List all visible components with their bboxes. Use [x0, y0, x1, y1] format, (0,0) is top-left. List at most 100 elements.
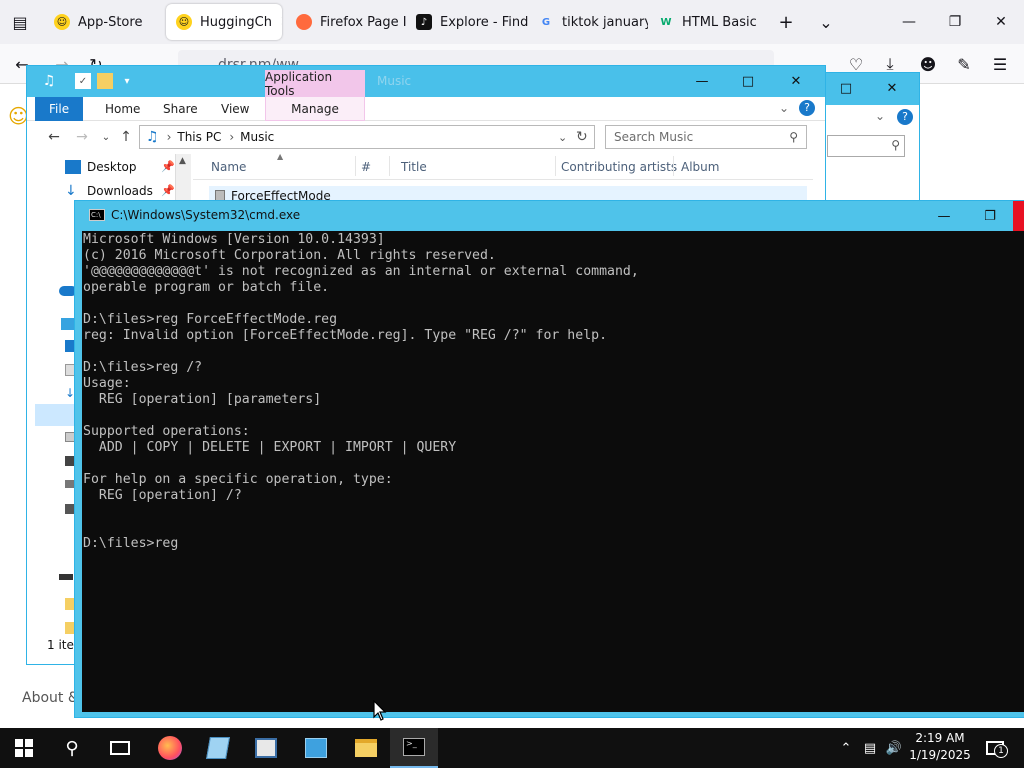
- minimize-icon[interactable]: —: [886, 0, 932, 44]
- customize-quick-access-icon[interactable]: ▾: [119, 73, 135, 89]
- address-dropdown-icon[interactable]: ⌄: [558, 131, 567, 144]
- sidebar-item-desktop[interactable]: Desktop: [35, 156, 137, 178]
- taskbar-app-firefox[interactable]: [146, 728, 194, 768]
- tab-home[interactable]: Home: [91, 97, 154, 121]
- taskbar-app-cmd[interactable]: >_: [390, 728, 438, 768]
- forward-icon[interactable]: →: [73, 128, 91, 146]
- search-icon: ⚲: [789, 130, 798, 144]
- column-number[interactable]: #: [361, 160, 371, 174]
- close-button[interactable]: [1013, 201, 1024, 231]
- browser-tab-firefox-page[interactable]: Firefox Page In: [286, 4, 406, 40]
- console-line: Usage:: [83, 376, 131, 391]
- search-button[interactable]: ⚲: [48, 728, 96, 768]
- search-placeholder: Search Music: [614, 130, 694, 144]
- breadcrumb-music[interactable]: Music: [240, 130, 274, 144]
- browser-tab-explore[interactable]: ♪ Explore - Find: [406, 4, 528, 40]
- help-icon[interactable]: ?: [897, 109, 913, 125]
- browser-tab-html-basic[interactable]: W HTML Basic: [648, 4, 768, 40]
- network-icon[interactable]: ▤: [860, 738, 880, 758]
- cmd-title-bar[interactable]: C:\ C:\Windows\System32\cmd.exe — ❐: [75, 201, 1024, 231]
- tab-share[interactable]: Share: [149, 97, 212, 121]
- cmd-icon: C:\: [89, 209, 105, 221]
- application-tools-tab[interactable]: Application Tools: [265, 70, 365, 98]
- tab-label: HuggingCh: [200, 14, 272, 30]
- mouse-cursor-icon: [373, 700, 387, 721]
- taskbar: ⚲ >_ ⌃ ▤ 🔊 2:19 AM 1/19/2025 1: [0, 728, 1024, 768]
- google-icon: G: [541, 16, 551, 28]
- expand-ribbon-icon[interactable]: ⌄: [779, 101, 789, 115]
- close-window-icon[interactable]: ✕: [978, 0, 1024, 44]
- task-view-button[interactable]: [96, 728, 144, 768]
- taskbar-app-notepad[interactable]: [194, 728, 242, 768]
- address-bar[interactable]: ♫ › This PC › Music ⌄ ↻: [139, 125, 595, 149]
- drive-icon: [59, 574, 73, 580]
- console-lines: Microsoft Windows [Version 10.0.14393] (c…: [83, 232, 639, 552]
- volume-icon[interactable]: 🔊: [884, 738, 904, 758]
- taskbar-app-registry-editor[interactable]: [242, 728, 290, 768]
- downloads-icon[interactable]: ⤓: [880, 54, 900, 74]
- column-title[interactable]: Title: [401, 160, 427, 174]
- tab-file[interactable]: File: [35, 97, 84, 121]
- close-icon[interactable]: ✕: [869, 73, 915, 104]
- properties-icon[interactable]: ✓: [75, 73, 91, 89]
- list-all-tabs-icon[interactable]: ⌄: [816, 12, 836, 32]
- browser-tab-app-store[interactable]: ☺ App-Store: [44, 4, 164, 40]
- column-separator[interactable]: [389, 156, 390, 176]
- taskbar-app-control-panel[interactable]: [292, 728, 340, 768]
- help-icon[interactable]: ?: [799, 100, 815, 116]
- window-title: Music: [377, 74, 412, 88]
- search-box[interactable]: ⚲: [827, 135, 905, 157]
- menu-icon[interactable]: ☰: [990, 54, 1010, 74]
- maximize-icon[interactable]: □: [823, 73, 869, 104]
- action-center-icon[interactable]: 1: [980, 738, 1010, 758]
- sidebar-item-downloads[interactable]: ↓ Downloads: [35, 180, 153, 202]
- tab-overview-icon[interactable]: ▤: [10, 12, 30, 32]
- extensions-icon[interactable]: ✎: [954, 54, 974, 74]
- maximize-icon[interactable]: ❐: [967, 201, 1013, 231]
- column-separator[interactable]: [355, 156, 356, 176]
- maximize-icon[interactable]: □: [725, 66, 771, 97]
- search-music-input[interactable]: Search Music ⚲: [605, 125, 807, 149]
- taskbar-app-file-explorer[interactable]: [342, 728, 390, 768]
- pocket-icon[interactable]: ♡: [846, 54, 866, 74]
- recent-locations-icon[interactable]: ⌄: [97, 128, 115, 146]
- tab-view[interactable]: View: [207, 97, 263, 121]
- console-line: REG [operation] /?: [83, 488, 242, 503]
- tab-label: App-Store: [78, 14, 143, 30]
- chevron-down-icon[interactable]: ⌄: [875, 109, 885, 123]
- browser-tab-tiktok-january[interactable]: G tiktok january: [528, 4, 648, 40]
- close-icon[interactable]: ✕: [280, 14, 282, 30]
- new-tab-icon[interactable]: +: [776, 12, 796, 33]
- w3schools-icon: W: [660, 16, 672, 28]
- column-contributing-artists[interactable]: Contributing artists: [561, 160, 677, 174]
- scroll-up-icon[interactable]: ▲: [179, 156, 186, 166]
- tab-label: Firefox Page In: [320, 14, 406, 30]
- system-clock[interactable]: 2:19 AM 1/19/2025: [908, 730, 972, 766]
- close-icon[interactable]: ✕: [773, 66, 819, 97]
- refresh-icon[interactable]: ↻: [576, 129, 588, 145]
- column-separator[interactable]: [555, 156, 556, 176]
- column-album[interactable]: Album: [681, 160, 719, 174]
- maximize-icon[interactable]: ❐: [932, 0, 978, 44]
- console-output[interactable]: Microsoft Windows [Version 10.0.14393] (c…: [82, 231, 1024, 712]
- minimize-icon[interactable]: —: [921, 201, 967, 231]
- column-separator[interactable]: [673, 156, 674, 176]
- minimize-icon[interactable]: —: [679, 66, 725, 97]
- show-hidden-icons-icon[interactable]: ⌃: [836, 738, 856, 758]
- tab-manage[interactable]: Manage: [265, 97, 365, 121]
- account-icon[interactable]: ☻: [918, 54, 938, 74]
- breadcrumb-this-pc[interactable]: This PC: [177, 130, 221, 144]
- column-name[interactable]: Name: [211, 160, 246, 174]
- console-line: operable program or batch file.: [83, 280, 330, 295]
- start-button[interactable]: [0, 728, 48, 768]
- browser-tab-huggingchat[interactable]: ☺ HuggingCh ✕: [166, 4, 282, 40]
- up-icon[interactable]: ↑: [117, 128, 135, 146]
- page-footer-link[interactable]: About &: [22, 690, 79, 706]
- back-icon[interactable]: ←: [45, 128, 63, 146]
- console-line: '@@@@@@@@@@@@@t' is not recognized as an…: [83, 264, 639, 279]
- tab-label: tiktok january: [562, 14, 648, 30]
- console-line: REG [operation] [parameters]: [83, 392, 322, 407]
- hugging-face-emoji-icon: ☺: [176, 14, 192, 30]
- new-folder-icon[interactable]: [97, 73, 113, 89]
